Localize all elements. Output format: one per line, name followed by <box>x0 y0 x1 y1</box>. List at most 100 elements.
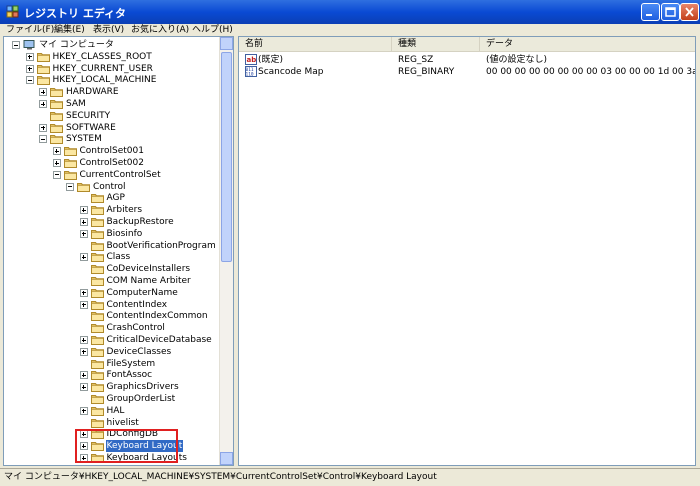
tree-item-label: COM Name Arbiter <box>106 276 191 286</box>
expand-plus-icon[interactable] <box>25 64 34 73</box>
tree-item-codeviceinstallers[interactable]: CoDeviceInstallers <box>4 263 219 275</box>
folder-icon <box>90 311 104 322</box>
title-bar[interactable]: レジストリ エディタ <box>0 0 700 24</box>
folder-icon <box>50 87 63 98</box>
menu-favorites[interactable]: お気に入り(A) <box>131 24 189 36</box>
tree-item-fontassoc[interactable]: FontAssoc <box>4 369 219 381</box>
expand-plus-icon[interactable] <box>79 406 88 415</box>
expand-plus-icon[interactable] <box>39 123 47 132</box>
tree-item-label: ControlSet001 <box>79 146 145 157</box>
collapse-minus-icon[interactable] <box>39 135 47 144</box>
folder-icon <box>90 370 104 381</box>
tree-item-hardware[interactable]: HARDWARE <box>4 86 219 98</box>
menu-edit[interactable]: 編集(E) <box>54 24 85 36</box>
menu-bar: ファイル(F) 編集(E) 表示(V) お気に入り(A) ヘルプ(H) <box>0 24 700 36</box>
menu-view[interactable]: 表示(V) <box>93 24 124 36</box>
tree-item-hkey-local-machine[interactable]: HKEY_LOCAL_MACHINE <box>4 74 219 86</box>
value-row-default[interactable]: ab (既定) REG_SZ (値の設定なし) <box>239 54 695 66</box>
tree-item-criticaldevicedatabase[interactable]: CriticalDeviceDatabase <box>4 334 219 346</box>
tree-item-keyboard-layouts[interactable]: Keyboard Layouts <box>4 452 219 464</box>
menu-help[interactable]: ヘルプ(H) <box>192 24 233 36</box>
value-row-scancode-map[interactable]: 011 110 Scancode Map REG_BINARY 00 00 00 … <box>239 66 695 78</box>
tree-item-label: SECURITY <box>66 110 111 121</box>
tree-item-deviceclasses[interactable]: DeviceClasses <box>4 346 219 358</box>
column-header-name[interactable]: 名前 <box>239 37 392 51</box>
tree-item-software[interactable]: SOFTWARE <box>4 122 219 134</box>
expand-plus-icon[interactable] <box>79 454 88 462</box>
svg-text:ab: ab <box>247 56 257 64</box>
tree-item-control[interactable]: Control <box>4 181 219 193</box>
tree-item-grouporderlist[interactable]: GroupOrderList <box>4 393 219 405</box>
tree-item-label: SAM <box>66 99 86 109</box>
expand-plus-icon[interactable] <box>79 288 88 297</box>
expand-plus-icon[interactable] <box>39 88 47 97</box>
folder-icon <box>90 300 104 310</box>
close-button[interactable] <box>680 3 699 21</box>
tree-item-security[interactable]: SECURITY <box>4 110 219 122</box>
tree-item-computername[interactable]: ComputerName <box>4 287 219 299</box>
tree-item-crashcontrol[interactable]: CrashControl <box>4 322 219 334</box>
tree-item-contentindexcommon[interactable]: ContentIndexCommon <box>4 310 219 322</box>
expand-plus-icon[interactable] <box>79 383 88 392</box>
value-name: Scancode Map <box>258 67 324 77</box>
tree-item-label: ComputerName <box>106 287 178 298</box>
tree-item-agp[interactable]: AGP <box>4 192 219 204</box>
folder-icon <box>50 111 63 121</box>
scroll-down-arrow[interactable] <box>220 452 233 465</box>
column-header-type[interactable]: 種類 <box>392 37 480 51</box>
tree-item-system[interactable]: SYSTEM <box>4 133 219 145</box>
tree-item-arbiters[interactable]: Arbiters <box>4 204 219 216</box>
tree-item-hkey-classes-root[interactable]: HKEY_CLASSES_ROOT <box>4 51 219 63</box>
expand-plus-icon[interactable] <box>79 442 88 451</box>
expand-plus-icon[interactable] <box>52 147 61 156</box>
tree-item-label: HAL <box>106 405 125 416</box>
scroll-thumb[interactable] <box>221 52 232 262</box>
registry-key-tree[interactable]: Keyboard Layouts Keyboard Layout IDConfigD… <box>3 36 234 466</box>
expand-plus-icon[interactable] <box>79 336 88 344</box>
tree-item-class[interactable]: Class <box>4 251 219 263</box>
tree-item-idconfigdb[interactable]: IDConfigDB <box>4 428 219 440</box>
folder-icon <box>90 359 104 369</box>
expand-plus-icon[interactable] <box>79 206 88 215</box>
tree-item-keyboard-layout[interactable]: Keyboard Layout <box>4 440 219 453</box>
menu-file[interactable]: ファイル(F) <box>6 24 54 36</box>
registry-value-list[interactable]: 名前 種類 データ ab (既定) REG_SZ (値の設定なし) 011 110… <box>238 36 696 466</box>
collapse-minus-icon[interactable] <box>25 76 34 85</box>
maximize-button[interactable] <box>661 3 680 21</box>
collapse-minus-icon[interactable] <box>52 170 61 179</box>
expand-plus-icon[interactable] <box>79 218 88 226</box>
tree-item-bootverificationprogram[interactable]: BootVerificationProgram <box>4 240 219 252</box>
expand-plus-icon[interactable] <box>79 347 88 356</box>
tree-item-hkey-current-user[interactable]: HKEY_CURRENT_USER <box>4 63 219 75</box>
expand-plus-icon[interactable] <box>52 159 61 167</box>
expand-plus-icon[interactable] <box>79 229 88 238</box>
expand-plus-icon[interactable] <box>79 371 88 380</box>
expand-plus-icon[interactable] <box>79 253 88 262</box>
tree-item-filesystem[interactable]: FileSystem <box>4 358 219 370</box>
expand-plus-icon[interactable] <box>25 52 34 61</box>
collapse-minus-icon[interactable] <box>66 182 74 191</box>
scroll-up-arrow[interactable] <box>220 37 233 50</box>
tree-item-hivelist[interactable]: hivelist <box>4 417 219 429</box>
tree-item-graphicsdrivers[interactable]: GraphicsDrivers <box>4 381 219 393</box>
expand-plus-icon[interactable] <box>79 430 88 439</box>
tree-item-biosinfo[interactable]: Biosinfo <box>4 228 219 240</box>
tree-item-[interactable]: マイ コンピュータ <box>4 39 219 51</box>
tree-item-contentindex[interactable]: ContentIndex <box>4 299 219 311</box>
minimize-button[interactable] <box>641 3 660 21</box>
expand-plus-icon[interactable] <box>39 100 47 108</box>
column-header-data[interactable]: データ <box>480 37 695 51</box>
tree-vertical-scrollbar[interactable] <box>219 37 233 465</box>
tree-item-controlset002[interactable]: ControlSet002 <box>4 157 219 169</box>
tree-item-hal[interactable]: HAL <box>4 405 219 417</box>
folder-icon <box>90 418 104 428</box>
expand-plus-icon[interactable] <box>79 300 88 309</box>
tree-item-label: HKEY_CLASSES_ROOT <box>52 51 152 62</box>
tree-item-label: Control <box>93 181 126 192</box>
collapse-minus-icon[interactable] <box>12 41 20 49</box>
tree-item-com-name-arbiter[interactable]: COM Name Arbiter <box>4 275 219 287</box>
tree-item-controlset001[interactable]: ControlSet001 <box>4 145 219 157</box>
tree-item-backuprestore[interactable]: BackupRestore <box>4 216 219 228</box>
tree-item-currentcontrolset[interactable]: CurrentControlSet <box>4 169 219 181</box>
tree-item-sam[interactable]: SAM <box>4 98 219 110</box>
